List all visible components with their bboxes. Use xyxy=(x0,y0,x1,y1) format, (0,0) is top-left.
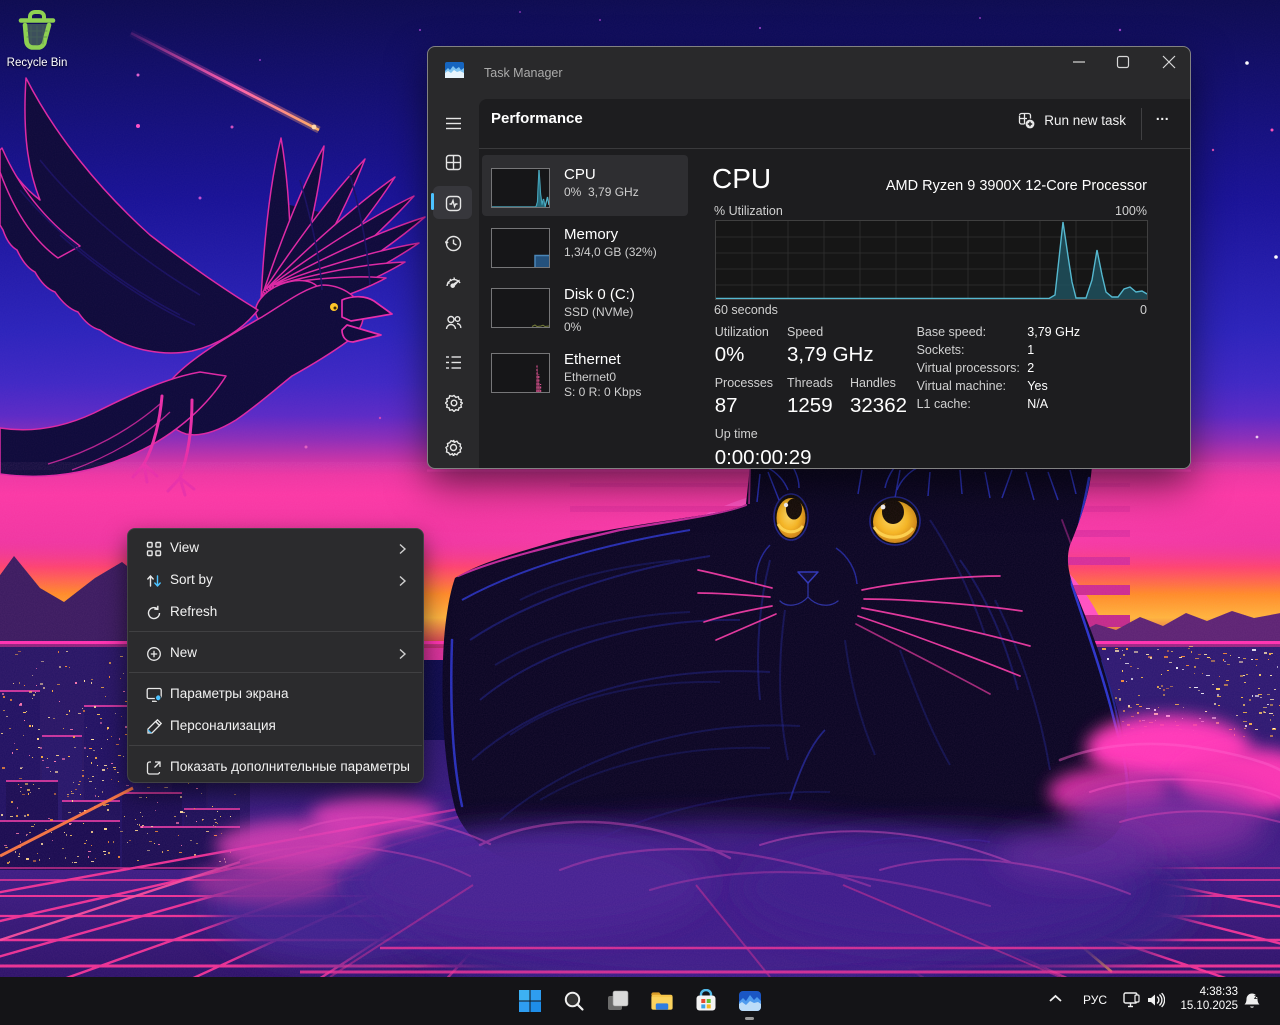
svg-text:z: z xyxy=(1256,993,1259,999)
